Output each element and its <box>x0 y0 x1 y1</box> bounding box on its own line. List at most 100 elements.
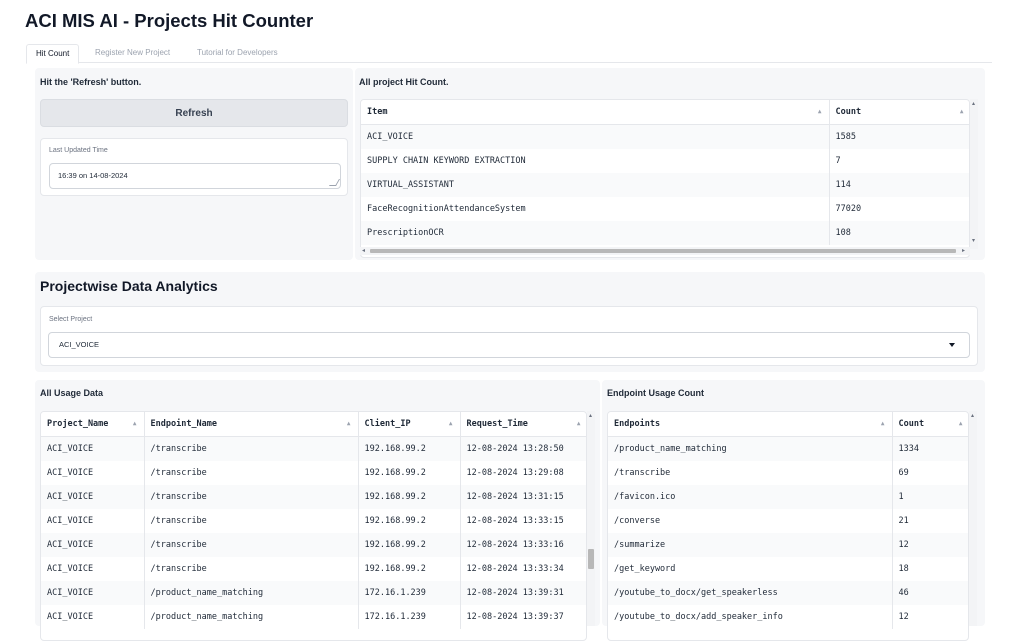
usage-table-vertical-scrollbar[interactable]: ▴ <box>587 411 595 626</box>
table-cell: /youtube_to_docx/add_speaker_info <box>608 605 893 629</box>
scroll-up-icon[interactable]: ▴ <box>971 412 974 419</box>
table-cell: 12-08-2024 13:31:15 <box>460 485 586 509</box>
tab-bar: Hit Count Register New Project Tutorial … <box>26 44 992 64</box>
table-cell: 192.168.99.2 <box>358 461 461 485</box>
table-cell: PrescriptionOCR <box>361 221 830 245</box>
table-cell: 192.168.99.2 <box>358 557 461 581</box>
table-cell: /youtube_to_docx/get_speakerless <box>608 581 893 605</box>
table-cell: ACI_VOICE <box>41 533 145 557</box>
table-cell: 12-08-2024 13:33:34 <box>460 557 586 581</box>
table-row: ACI_VOICE/transcribe 192.168.99.2 12-08-20… <box>41 557 586 581</box>
hit-table-horizontal-scrollbar[interactable]: ◂ ▸ <box>360 247 970 255</box>
tab-register-new-project[interactable]: Register New Project <box>86 44 179 62</box>
table-cell: 192.168.99.2 <box>358 436 461 461</box>
column-header-endpoints[interactable]: Endpoints ▲ <box>608 412 893 437</box>
table-cell: /transcribe <box>144 461 359 485</box>
horizontal-scroll-thumb[interactable] <box>370 249 956 253</box>
scroll-up-icon[interactable]: ▴ <box>589 412 592 419</box>
table-row: ACI_VOICE/transcribe 192.168.99.2 12-08-20… <box>41 436 586 461</box>
table-row: /summarize 12 <box>608 533 968 557</box>
table-cell: /transcribe <box>144 557 359 581</box>
table-row: /favicon.ico 1 <box>608 485 968 509</box>
table-row: /youtube_to_docx/add_speaker_info 12 <box>608 605 968 629</box>
tab-tutorial-for-developers[interactable]: Tutorial for Developers <box>188 44 287 62</box>
hit-table-vertical-scrollbar[interactable]: ▴ ▾ <box>970 99 978 249</box>
table-row: ACI_VOICE/product_name_matching 172.16.1.… <box>41 581 586 605</box>
sort-arrow-icon[interactable]: ▲ <box>347 420 351 427</box>
column-header-endpoint-name[interactable]: Endpoint_Name ▲ <box>144 412 359 437</box>
column-header-count[interactable]: Count ▲ <box>829 100 969 125</box>
resize-handle-icon[interactable] <box>328 179 341 186</box>
table-cell: 12-08-2024 13:39:31 <box>460 581 586 605</box>
table-cell: ACI_VOICE <box>41 557 145 581</box>
table-cell: 1 <box>892 485 968 509</box>
table-cell: /summarize <box>608 533 893 557</box>
column-header-client-ip[interactable]: Client_IP ▲ <box>358 412 461 437</box>
column-header-request-time[interactable]: Request_Time ▲ <box>460 412 586 437</box>
table-cell: VIRTUAL_ASSISTANT <box>361 173 830 197</box>
table-row: PrescriptionOCR 108 <box>361 221 969 245</box>
table-cell: ACI_VOICE <box>41 605 145 629</box>
table-cell: /transcribe <box>144 485 359 509</box>
sort-arrow-icon[interactable]: ▲ <box>577 420 581 427</box>
endpoint-usage-table: Endpoints ▲ Count ▲ /product_name_matching… <box>607 411 969 641</box>
sort-arrow-icon[interactable]: ▲ <box>959 420 963 427</box>
last-updated-field[interactable]: 16:39 on 14-08-2024 <box>49 163 341 189</box>
last-updated-label: Last Updated Time <box>49 147 108 154</box>
column-header-project-name[interactable]: Project_Name ▲ <box>41 412 145 437</box>
table-cell: 114 <box>829 173 969 197</box>
table-cell: 192.168.99.2 <box>358 533 461 557</box>
last-updated-card: Last Updated Time 16:39 on 14-08-2024 <box>40 138 348 196</box>
table-cell: 192.168.99.2 <box>358 485 461 509</box>
scroll-down-icon[interactable]: ▾ <box>972 237 975 244</box>
table-cell: 1585 <box>829 124 969 149</box>
table-cell: /get_keyword <box>608 557 893 581</box>
table-cell: /product_name_matching <box>144 581 359 605</box>
table-cell: 12 <box>892 533 968 557</box>
table-row: ACI_VOICE/transcribe 192.168.99.2 12-08-20… <box>41 461 586 485</box>
table-row: /get_keyword 18 <box>608 557 968 581</box>
analytics-section-title: Projectwise Data Analytics <box>40 278 218 294</box>
column-header-item[interactable]: Item ▲ <box>361 100 830 125</box>
endpoint-usage-label: Endpoint Usage Count <box>607 388 704 398</box>
vertical-scroll-thumb[interactable] <box>588 549 594 569</box>
table-row: /youtube_to_docx/get_speakerless 46 <box>608 581 968 605</box>
table-cell: 77020 <box>829 197 969 221</box>
table-cell: ACI_VOICE <box>41 581 145 605</box>
sort-arrow-icon[interactable]: ▲ <box>133 420 137 427</box>
tab-hit-count[interactable]: Hit Count <box>26 44 80 64</box>
refresh-button[interactable]: Refresh <box>40 99 348 127</box>
table-cell: 172.16.1.239 <box>358 581 461 605</box>
table-cell: SUPPLY CHAIN KEYWORD EXTRACTION <box>361 149 830 173</box>
table-cell: /transcribe <box>608 461 893 485</box>
scroll-right-icon[interactable]: ▸ <box>962 247 965 254</box>
table-row: /converse 21 <box>608 509 968 533</box>
page-title: ACI MIS AI - Projects Hit Counter <box>25 10 314 31</box>
scroll-up-icon[interactable]: ▴ <box>972 100 975 107</box>
table-cell: 1334 <box>892 436 968 461</box>
sort-arrow-icon[interactable]: ▲ <box>881 420 885 427</box>
table-cell: 12-08-2024 13:33:15 <box>460 509 586 533</box>
sort-arrow-icon[interactable]: ▲ <box>818 108 822 115</box>
selected-project-value: ACI_VOICE <box>59 340 100 349</box>
table-cell: /favicon.ico <box>608 485 893 509</box>
table-row: FaceRecognitionAttendanceSystem 77020 <box>361 197 969 221</box>
chevron-down-icon[interactable] <box>949 343 955 347</box>
sort-arrow-icon[interactable]: ▲ <box>960 108 964 115</box>
table-cell: 12-08-2024 13:33:16 <box>460 533 586 557</box>
usage-data-table: Project_Name ▲ Endpoint_Name ▲ Client_IP ▲ … <box>40 411 587 641</box>
scroll-left-icon[interactable]: ◂ <box>362 247 365 254</box>
table-cell: FaceRecognitionAttendanceSystem <box>361 197 830 221</box>
table-cell: /product_name_matching <box>608 436 893 461</box>
table-row: ACI_VOICE/transcribe 192.168.99.2 12-08-20… <box>41 533 586 557</box>
sort-arrow-icon[interactable]: ▲ <box>449 420 453 427</box>
select-project-dropdown[interactable]: ACI_VOICE <box>48 332 970 358</box>
table-row: ACI_VOICE/transcribe 192.168.99.2 12-08-20… <box>41 485 586 509</box>
endpoint-table-vertical-scrollbar[interactable]: ▴ <box>969 411 977 626</box>
column-header-count[interactable]: Count ▲ <box>892 412 968 437</box>
table-cell: 108 <box>829 221 969 245</box>
table-row: ACI_VOICE/product_name_matching 172.16.1.… <box>41 605 586 629</box>
refresh-hint-label: Hit the 'Refresh' button. <box>40 77 142 87</box>
table-cell: ACI_VOICE <box>41 509 145 533</box>
table-cell: ACI_VOICE <box>41 461 145 485</box>
